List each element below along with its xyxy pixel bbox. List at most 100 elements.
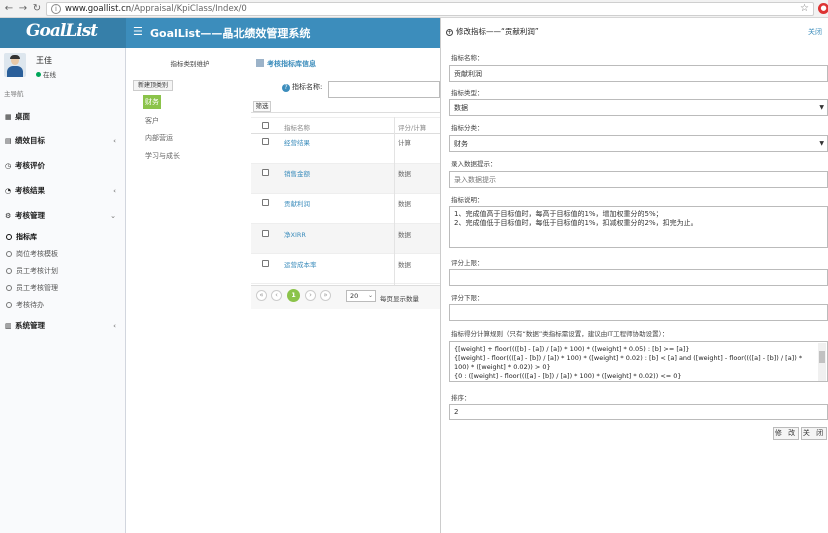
- table-row[interactable]: [251, 254, 440, 284]
- bookmark-star-icon[interactable]: ☆: [800, 3, 809, 14]
- subitem-employee-mgmt[interactable]: 员工考核管理: [6, 282, 58, 294]
- row-checkbox[interactable]: [262, 199, 269, 206]
- kpi-name-link[interactable]: 运营成本率: [284, 259, 317, 269]
- table-row[interactable]: [251, 194, 440, 224]
- panel-close-link[interactable]: 关闭: [808, 27, 822, 37]
- search-label: ? 指标名称:: [282, 82, 322, 92]
- row-checkbox[interactable]: [262, 260, 269, 267]
- current-page[interactable]: 1: [287, 289, 300, 302]
- chevron-left-icon: ‹: [113, 187, 116, 195]
- category-customer[interactable]: 客户: [145, 116, 159, 126]
- circle-icon: [6, 251, 12, 257]
- user-status: 在线: [36, 69, 56, 79]
- chevron-left-icon: ‹: [113, 322, 116, 330]
- address-bar[interactable]: i www.goallist.cn/Appraisal/KpiClass/Ind…: [46, 2, 814, 16]
- extension-badge-icon[interactable]: ●: [818, 3, 828, 14]
- url-path: /Appraisal/KpiClass/Index/0: [131, 4, 247, 14]
- circle-icon: [6, 268, 12, 274]
- kpi-category-value: 财务: [454, 139, 468, 148]
- sidebar-item-goals[interactable]: ▤ 绩效目标 ‹: [0, 134, 126, 148]
- forward-arrow-icon[interactable]: →: [17, 3, 29, 15]
- prev-page-icon[interactable]: ‹: [271, 290, 282, 301]
- score-rule-label: 指标得分计算规则（只有“数据”类指标需设置，建议由IT工程师协助设置）：: [451, 330, 669, 338]
- sidebar-item-label: 考核结果: [15, 186, 45, 195]
- url-host: www.goallist.cn: [65, 4, 132, 14]
- menu-toggle-icon[interactable]: ☰: [133, 25, 143, 38]
- kpi-name-label: 指标名称：: [451, 54, 484, 62]
- column-header-type: 评分/计算: [398, 124, 427, 132]
- input-hint-label: 录入数据提示：: [451, 160, 497, 168]
- table-row[interactable]: [251, 164, 440, 194]
- modify-button[interactable]: 修 改: [773, 427, 799, 440]
- kpi-type-select[interactable]: 数据 ▼: [449, 99, 828, 116]
- tab-category-maintenance[interactable]: 指标类别维护: [135, 56, 245, 72]
- kpi-type: 数据: [398, 231, 411, 239]
- chevron-down-icon: ⌄: [367, 292, 373, 299]
- subitem-employee-plan[interactable]: 员工考核计划: [6, 265, 58, 277]
- last-page-icon[interactable]: »: [320, 290, 331, 301]
- category-learning[interactable]: 学习与成长: [145, 151, 180, 161]
- sidebar-item-evaluation[interactable]: ◷ 考核评价: [0, 159, 126, 173]
- question-icon: ?: [282, 84, 290, 92]
- tab-kpi-library[interactable]: 考核指标库信息: [256, 56, 316, 72]
- chevron-left-icon: ‹: [113, 137, 116, 145]
- order-field[interactable]: 2: [449, 404, 828, 420]
- dashboard-icon: ◔: [5, 187, 12, 195]
- sidebar-item-label: 系统管理: [15, 321, 45, 330]
- kpi-name-field[interactable]: 贡献利润: [449, 65, 828, 82]
- close-button[interactable]: 关 闭: [801, 427, 827, 440]
- table-row[interactable]: [251, 134, 440, 164]
- reload-icon[interactable]: ↻: [31, 3, 43, 15]
- search-input[interactable]: [328, 81, 440, 98]
- rule-scrollbar-thumb[interactable]: [819, 351, 825, 363]
- panel-title: + 修改指标——“贡献利润”: [446, 26, 539, 37]
- sidebar-item-results[interactable]: ◔ 考核结果 ‹: [0, 184, 126, 198]
- sidebar-item-assessment-mgmt[interactable]: ⚙ 考核管理 ⌄: [0, 209, 126, 223]
- sidebar-item-desktop[interactable]: ▦ 桌面: [0, 110, 126, 124]
- subitem-todo[interactable]: 考核待办: [6, 299, 44, 311]
- page-size-select[interactable]: 20 ⌄: [346, 290, 376, 302]
- kpi-category-select[interactable]: 财务 ▼: [449, 135, 828, 152]
- back-arrow-icon[interactable]: ←: [3, 3, 15, 15]
- subitem-position-template[interactable]: 岗位考核模板: [6, 248, 58, 260]
- dropdown-arrow-icon: ▼: [819, 104, 824, 111]
- first-page-icon[interactable]: «: [256, 290, 267, 301]
- filter-button[interactable]: 筛选: [253, 101, 271, 112]
- column-header-name: 指标名称: [284, 124, 310, 132]
- sidebar-item-system[interactable]: ▥ 系统管理 ‹: [0, 319, 126, 333]
- kpi-type: 计算: [398, 139, 411, 147]
- gears-icon: ⚙: [5, 212, 12, 220]
- online-dot-icon: [36, 72, 41, 77]
- row-checkbox[interactable]: [262, 138, 269, 145]
- kpi-category-label: 指标分类：: [451, 124, 484, 132]
- search-label-text: 指标名称:: [292, 83, 323, 91]
- edit-circle-icon: +: [446, 29, 453, 36]
- sidebar-item-label: 绩效目标: [15, 136, 45, 145]
- score-lower-field[interactable]: [449, 304, 828, 321]
- kpi-name-link[interactable]: 净XIRR: [284, 229, 306, 239]
- next-page-icon[interactable]: ›: [305, 290, 316, 301]
- score-lower-label: 评分下限：: [451, 294, 484, 302]
- category-finance[interactable]: 财务: [143, 95, 161, 109]
- rule-line: {[weight] - floor((([a] - [b]) / [a]) * …: [454, 354, 803, 371]
- row-checkbox[interactable]: [262, 230, 269, 237]
- category-operations[interactable]: 内部营运: [145, 133, 173, 143]
- select-all-checkbox[interactable]: [262, 122, 269, 129]
- kpi-desc-textarea[interactable]: 1、完成值高于目标值时，每高于目标值的1%，增加权重分的5%； 2、完成值低于目…: [449, 206, 828, 248]
- book-icon: ▥: [5, 322, 12, 330]
- logo[interactable]: GoalList: [26, 21, 98, 41]
- score-upper-field[interactable]: [449, 269, 828, 286]
- row-checkbox[interactable]: [262, 169, 269, 176]
- score-upper-label: 评分上限：: [451, 259, 484, 267]
- nav-header: 主导航: [4, 90, 24, 98]
- info-icon[interactable]: i: [51, 4, 61, 14]
- subitem-kpi-library[interactable]: 指标库: [6, 231, 37, 243]
- kpi-name-link[interactable]: 贡献利润: [284, 198, 310, 208]
- table-row[interactable]: [251, 224, 440, 254]
- input-hint-field[interactable]: 录入数据提示: [449, 171, 828, 188]
- kpi-name-link[interactable]: 销售金额: [284, 168, 310, 178]
- kpi-name-link[interactable]: 经营结果: [284, 137, 310, 147]
- new-category-button[interactable]: 新建顶类别: [133, 80, 173, 91]
- score-rule-textarea[interactable]: {[weight] + floor((([b] - [a]) / [a]) * …: [449, 341, 828, 382]
- chevron-down-icon: ⌄: [110, 212, 116, 220]
